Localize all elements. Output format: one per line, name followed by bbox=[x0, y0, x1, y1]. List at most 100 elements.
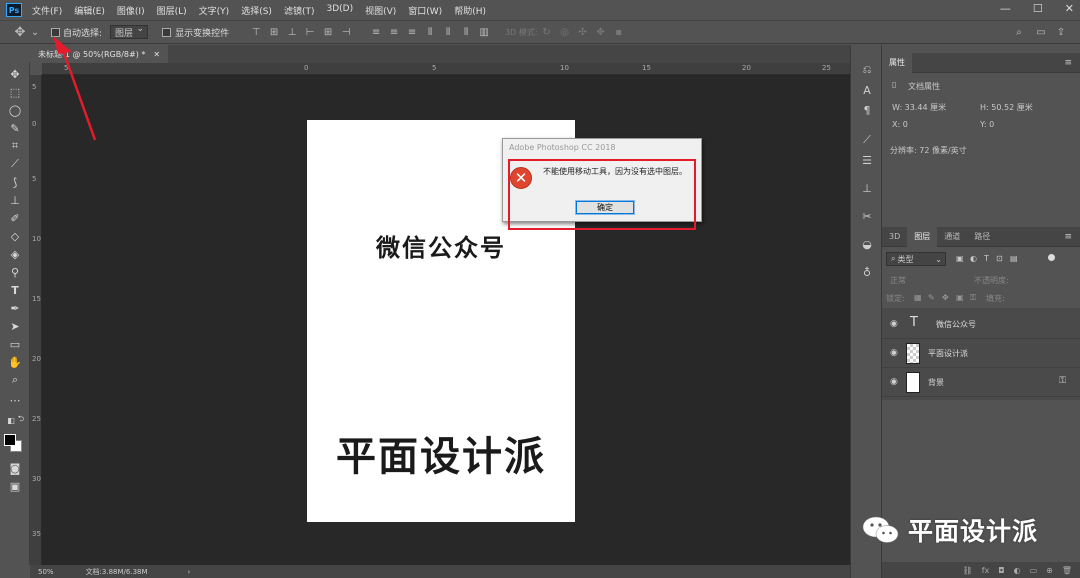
distribute-bottom-icon[interactable]: ≡ bbox=[406, 26, 418, 38]
3d-scale-icon[interactable]: ▪ bbox=[613, 26, 625, 38]
fx-icon[interactable]: fx bbox=[982, 566, 990, 575]
y-value[interactable]: Y: 0 bbox=[980, 120, 994, 129]
menu-select[interactable]: 选择(S) bbox=[241, 4, 272, 17]
filter-pixel-icon[interactable]: ▣ bbox=[956, 254, 964, 263]
character-icon[interactable]: A bbox=[860, 83, 874, 97]
menu-edit[interactable]: 编辑(E) bbox=[74, 4, 105, 17]
stamp-tool-icon[interactable]: ⊥ bbox=[6, 192, 24, 208]
align-top-icon[interactable]: ⊤ bbox=[250, 26, 262, 38]
filter-adjust-icon[interactable]: ◐ bbox=[970, 254, 977, 263]
menu-help[interactable]: 帮助(H) bbox=[454, 4, 486, 17]
clone-source-icon[interactable]: ⊥ bbox=[860, 181, 874, 195]
move-tool-preset-icon[interactable]: ✥ bbox=[14, 25, 26, 40]
tab-3d[interactable]: 3D bbox=[882, 227, 907, 247]
layer-filter-dropdown[interactable]: ⌕ 类型 ⌄ bbox=[886, 252, 946, 266]
align-bottom-icon[interactable]: ⊥ bbox=[286, 26, 298, 38]
history-brush-tool-icon[interactable]: ✐ bbox=[6, 210, 24, 226]
history-icon[interactable]: ⎌ bbox=[860, 63, 874, 77]
status-menu-icon[interactable]: › bbox=[188, 568, 191, 576]
3d-orbit-icon[interactable]: ↻ bbox=[541, 26, 553, 38]
3d-roll-icon[interactable]: ◎ bbox=[559, 26, 571, 38]
panel-menu-icon[interactable]: ≡ bbox=[1064, 58, 1072, 68]
eye-icon[interactable]: ◉ bbox=[890, 348, 898, 358]
3d-pan-icon[interactable]: ✣ bbox=[577, 26, 589, 38]
delete-layer-icon[interactable]: 🗑 bbox=[1062, 566, 1072, 575]
link-layers-icon[interactable]: ⛓ bbox=[963, 566, 973, 575]
eye-icon[interactable]: ◉ bbox=[890, 377, 898, 387]
share-icon[interactable]: ⇪ bbox=[1055, 26, 1067, 38]
minimize-button[interactable]: — bbox=[1000, 2, 1011, 15]
brush-tool-icon[interactable]: ⟆ bbox=[6, 174, 24, 190]
more-tools-icon[interactable]: ⋯ bbox=[6, 392, 24, 408]
menu-type[interactable]: 文字(Y) bbox=[199, 4, 230, 17]
menu-view[interactable]: 视图(V) bbox=[365, 4, 396, 17]
adjustment-layer-icon[interactable]: ◐ bbox=[1014, 566, 1021, 575]
panel-menu-icon[interactable]: ≡ bbox=[1064, 232, 1072, 242]
lasso-tool-icon[interactable]: ◯ bbox=[6, 102, 24, 118]
color-icon[interactable]: ◒ bbox=[860, 237, 874, 251]
distribute-hcenter-icon[interactable]: ⦀ bbox=[442, 26, 454, 38]
menu-3d[interactable]: 3D(D) bbox=[326, 4, 353, 17]
blend-mode-dropdown[interactable]: 正常 bbox=[890, 275, 906, 286]
lock-all-icon[interactable]: ⚿ bbox=[970, 293, 976, 303]
tab-layers[interactable]: 图层 bbox=[907, 226, 938, 247]
hand-tool-icon[interactable]: ✋ bbox=[6, 354, 24, 370]
x-value[interactable]: X: 0 bbox=[892, 120, 908, 129]
show-transform-checkbox[interactable] bbox=[162, 27, 172, 37]
align-vcenter-icon[interactable]: ⊞ bbox=[268, 26, 280, 38]
workspace-icon[interactable]: ▭ bbox=[1035, 26, 1047, 38]
photoshop-logo-icon[interactable]: Ps bbox=[6, 3, 22, 17]
3d-slide-icon[interactable]: ✥ bbox=[595, 26, 607, 38]
crop-tool-icon[interactable]: ⌗ bbox=[6, 138, 24, 154]
auto-select-dropdown[interactable]: 图层 bbox=[110, 24, 149, 39]
align-left-icon[interactable]: ⊢ bbox=[304, 26, 316, 38]
lock-pixels-icon[interactable]: ▦ bbox=[914, 293, 922, 302]
eraser-tool-icon[interactable]: ◇ bbox=[6, 228, 24, 244]
lock-paint-icon[interactable]: ✎ bbox=[928, 293, 935, 302]
add-mask-icon[interactable]: ◘ bbox=[998, 566, 1004, 575]
lock-artboard-icon[interactable]: ▣ bbox=[956, 293, 964, 302]
filter-shape-icon[interactable]: ⊡ bbox=[996, 254, 1003, 263]
close-window-button[interactable]: ✕ bbox=[1065, 2, 1074, 15]
eyedropper-tool-icon[interactable]: ⟋ bbox=[6, 156, 24, 172]
menu-layer[interactable]: 图层(L) bbox=[157, 4, 187, 17]
rectangle-tool-icon[interactable]: ▭ bbox=[6, 336, 24, 352]
search-icon[interactable]: ⌕ bbox=[1013, 26, 1025, 38]
distribute-right-icon[interactable]: ⦀ bbox=[460, 26, 472, 38]
width-value[interactable]: W: 33.44 厘米 bbox=[892, 102, 946, 113]
brush-settings-icon[interactable]: ⟋ bbox=[860, 133, 874, 147]
chevron-down-icon[interactable]: ⌄ bbox=[31, 26, 39, 38]
layer-row[interactable]: ◉ T 微信公众号 bbox=[882, 310, 1080, 339]
new-group-icon[interactable]: ▭ bbox=[1030, 566, 1038, 575]
distribute-top-icon[interactable]: ≡ bbox=[370, 26, 382, 38]
menu-image[interactable]: 图像(I) bbox=[117, 4, 145, 17]
layer-row[interactable]: ◉ 平面设计派 bbox=[882, 339, 1080, 368]
height-value[interactable]: H: 50.52 厘米 bbox=[980, 102, 1033, 113]
auto-select-checkbox[interactable] bbox=[51, 27, 60, 37]
quick-mask-icon[interactable]: ◙ bbox=[6, 460, 24, 476]
menu-file[interactable]: 文件(F) bbox=[32, 4, 62, 17]
quick-select-tool-icon[interactable]: ✎ bbox=[6, 120, 24, 136]
tab-properties[interactable]: 属性 bbox=[882, 52, 912, 73]
menu-filter[interactable]: 滤镜(T) bbox=[284, 4, 315, 17]
swap-colors-icon[interactable]: ⮌ bbox=[12, 412, 30, 428]
canvas-workspace[interactable]: 微信公众号 平面设计派 bbox=[42, 75, 850, 565]
restore-button[interactable]: ☐ bbox=[1033, 2, 1043, 15]
zoom-level[interactable]: 50% bbox=[38, 568, 54, 576]
document-tab[interactable]: 未标题-1 @ 50%(RGB/8#) * ✕ bbox=[30, 45, 169, 63]
close-tab-icon[interactable]: ✕ bbox=[153, 50, 160, 59]
pen-tool-icon[interactable]: ✒ bbox=[6, 300, 24, 316]
menu-window[interactable]: 窗口(W) bbox=[408, 4, 442, 17]
adjustments-icon[interactable]: ☰ bbox=[860, 153, 874, 167]
dodge-tool-icon[interactable]: ⚲ bbox=[6, 264, 24, 280]
align-hcenter-icon[interactable]: ⊞ bbox=[322, 26, 334, 38]
filter-type-icon[interactable]: T bbox=[984, 254, 989, 263]
filter-smart-icon[interactable]: ▤ bbox=[1010, 254, 1018, 263]
foreground-color-swatch[interactable] bbox=[4, 434, 16, 446]
path-select-tool-icon[interactable]: ➤ bbox=[6, 318, 24, 334]
type-tool-icon[interactable]: T bbox=[6, 282, 24, 298]
screen-mode-icon[interactable]: ▣ bbox=[6, 478, 24, 494]
auto-align-icon[interactable]: ▥ bbox=[478, 26, 490, 38]
move-tool-icon[interactable]: ✥ bbox=[6, 66, 24, 82]
lock-position-icon[interactable]: ✥ bbox=[942, 293, 949, 302]
